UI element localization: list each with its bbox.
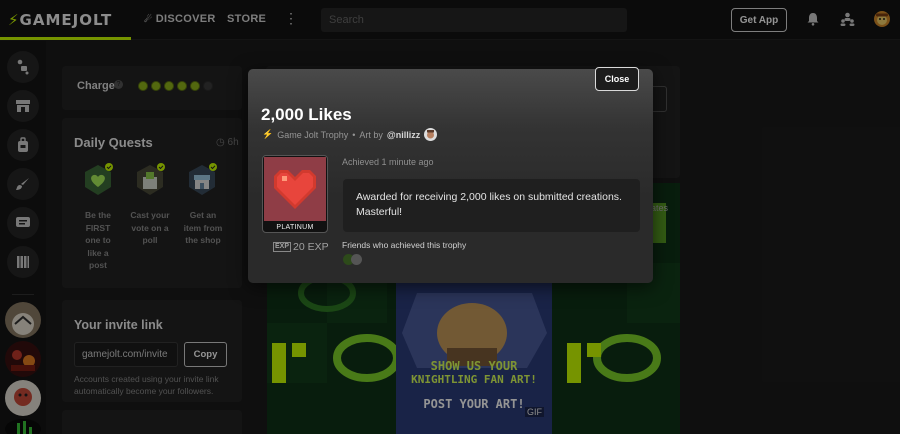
achieved-timestamp: Achieved 1 minute ago xyxy=(342,157,434,167)
friend-avatar[interactable] xyxy=(351,254,362,265)
trophy-title: 2,000 Likes xyxy=(261,105,352,124)
close-button[interactable]: Close xyxy=(595,67,639,91)
pixel-heart-icon xyxy=(264,157,326,221)
friend-avatars xyxy=(343,254,362,265)
trophy-thumbnail: PLATINUM xyxy=(262,155,328,233)
lightning-icon: ⚡ xyxy=(262,129,274,139)
trophy-description: Awarded for receiving 2,000 likes on sub… xyxy=(343,179,640,232)
artist-link[interactable]: @nillizz xyxy=(387,130,420,140)
trophy-meta: ⚡ Game Jolt Trophy • Art by @nillizz xyxy=(262,128,438,141)
trophy-tier: PLATINUM xyxy=(276,224,314,231)
artist-avatar[interactable] xyxy=(424,128,438,141)
trophy-exp: EXP 20 EXP xyxy=(273,241,329,253)
friends-label: Friends who achieved this trophy xyxy=(342,240,467,250)
exp-icon: EXP xyxy=(273,242,292,252)
dot-separator: • xyxy=(352,129,356,140)
